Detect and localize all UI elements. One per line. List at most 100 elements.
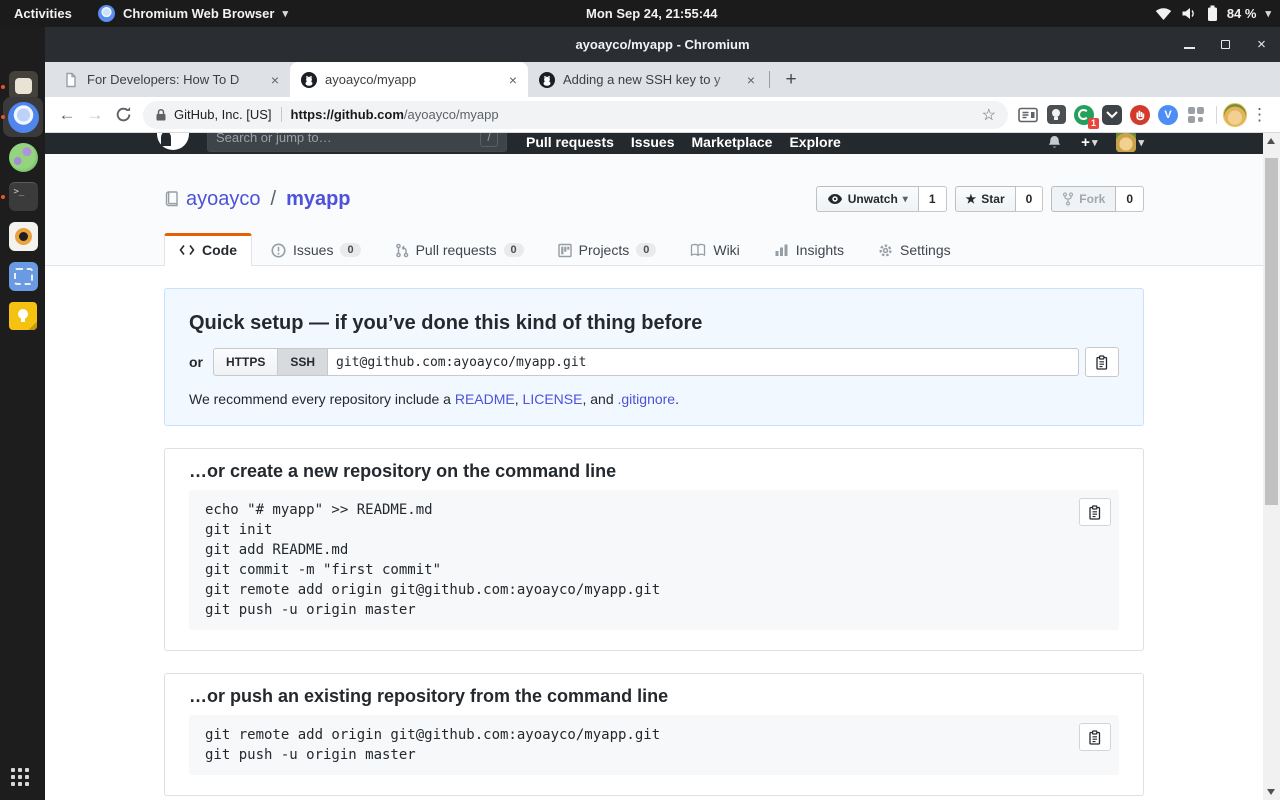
tab-wiki[interactable]: Wiki xyxy=(675,233,754,266)
dock-item-chromium[interactable] xyxy=(6,100,40,134)
browser-menu-icon[interactable]: ⋮ xyxy=(1251,105,1268,125)
remote-url-input[interactable] xyxy=(328,348,1079,376)
readme-link[interactable]: README xyxy=(455,391,515,407)
copy-url-button[interactable] xyxy=(1085,347,1119,377)
dock-item-terminal[interactable]: >_ xyxy=(6,179,40,213)
app-menu-label: Chromium Web Browser xyxy=(123,6,274,21)
graph-icon xyxy=(774,243,789,257)
gitignore-link[interactable]: .gitignore xyxy=(618,391,676,407)
adblock-hand-extension-icon[interactable] xyxy=(1129,104,1151,126)
license-link[interactable]: LICENSE xyxy=(523,391,583,407)
wifi-icon xyxy=(1155,7,1172,21)
copy-code-button[interactable] xyxy=(1079,498,1111,526)
https-button[interactable]: HTTPS xyxy=(213,348,277,376)
extension-badge: 1 xyxy=(1088,118,1099,129)
tab-close-icon[interactable]: × xyxy=(504,71,522,89)
minimize-button[interactable] xyxy=(1183,38,1196,51)
bookmark-star-icon[interactable]: ☆ xyxy=(982,105,996,125)
stars-count[interactable]: 0 xyxy=(1016,186,1044,212)
reload-button[interactable] xyxy=(109,101,137,129)
recommend-note: We recommend every repository include a … xyxy=(189,391,1119,407)
vimium-extension-icon[interactable]: V xyxy=(1157,104,1179,126)
browser-toolbar: ← → GitHub, Inc. [US] https://github.com… xyxy=(45,97,1280,133)
green-extension-icon[interactable]: 1 xyxy=(1073,104,1095,126)
scroll-down-arrow[interactable] xyxy=(1267,789,1275,795)
code-line: echo "# myapp" >> README.md xyxy=(205,500,1103,520)
tab-for-developers[interactable]: For Developers: How To D × xyxy=(52,62,290,97)
system-status-menu[interactable]: 84 % ▾ xyxy=(1155,0,1271,27)
tab-code[interactable]: Code xyxy=(164,233,252,266)
copy-code-button[interactable] xyxy=(1079,723,1111,751)
address-bar[interactable]: GitHub, Inc. [US] https://github.com /ay… xyxy=(143,101,1008,129)
show-applications-button[interactable] xyxy=(11,768,33,790)
nav-marketplace[interactable]: Marketplace xyxy=(692,133,773,152)
fork-icon xyxy=(1062,192,1074,206)
wiki-icon xyxy=(690,243,706,257)
lightbulb-extension-icon[interactable] xyxy=(1045,104,1067,126)
prs-count-badge: 0 xyxy=(504,243,524,257)
system-top-bar: Activities Chromium Web Browser ▾ Mon Se… xyxy=(0,0,1280,27)
scroll-up-arrow[interactable] xyxy=(1267,138,1275,144)
forward-button[interactable]: → xyxy=(81,101,109,129)
tab-pull-requests[interactable]: Pull requests 0 xyxy=(380,233,539,266)
eye-icon xyxy=(827,192,843,206)
tab-close-icon[interactable]: × xyxy=(742,71,760,89)
tab-close-icon[interactable]: × xyxy=(266,71,284,89)
screenshot-icon xyxy=(9,262,38,291)
repo-book-icon xyxy=(164,191,178,207)
dock-item-web-browser[interactable] xyxy=(6,140,40,174)
scrollbar[interactable] xyxy=(1263,133,1280,800)
user-menu[interactable]: ▾ xyxy=(1116,133,1144,152)
window-titlebar: ayoayco/myapp - Chromium × xyxy=(45,27,1280,62)
tab-settings[interactable]: Settings xyxy=(863,233,966,266)
new-tab-button[interactable]: + xyxy=(778,67,804,93)
ssh-button[interactable]: SSH xyxy=(277,348,328,376)
battery-icon xyxy=(1207,5,1218,22)
fork-button[interactable]: Fork xyxy=(1051,186,1116,212)
watchers-count[interactable]: 1 xyxy=(919,186,947,212)
repo-name-link[interactable]: myapp xyxy=(286,188,350,211)
bell-icon[interactable] xyxy=(1047,134,1062,151)
tab-ayoayco-myapp[interactable]: ayoayco/myapp × xyxy=(290,62,528,97)
scrollbar-thumb[interactable] xyxy=(1265,158,1278,505)
tab-insights[interactable]: Insights xyxy=(759,233,859,266)
gear-icon xyxy=(878,243,893,258)
url-divider xyxy=(281,107,282,122)
nav-issues[interactable]: Issues xyxy=(631,133,675,152)
maximize-button[interactable] xyxy=(1219,38,1232,51)
dock-item-screenshot[interactable] xyxy=(6,259,40,293)
browser-profile-avatar[interactable] xyxy=(1223,103,1247,127)
lock-icon[interactable] xyxy=(155,108,167,122)
gray-extension-icon[interactable] xyxy=(1185,104,1207,126)
nav-pull-requests[interactable]: Pull requests xyxy=(526,133,614,152)
tab-issues[interactable]: Issues 0 xyxy=(256,233,376,266)
caret-down-icon: ▾ xyxy=(282,7,288,20)
forks-count[interactable]: 0 xyxy=(1116,186,1144,212)
code-line: git init xyxy=(205,520,1103,540)
tab-label: Adding a new SSH key to y xyxy=(563,72,721,87)
reading-list-extension-icon[interactable] xyxy=(1017,104,1039,126)
battery-percent: 84 % xyxy=(1227,6,1257,21)
create-new-button[interactable]: +▾ xyxy=(1081,134,1097,151)
star-button[interactable]: ★ Star xyxy=(955,186,1016,212)
close-button[interactable]: × xyxy=(1255,38,1268,51)
back-button[interactable]: ← xyxy=(53,101,81,129)
repo-owner-link[interactable]: ayoayco xyxy=(186,188,261,211)
files-icon xyxy=(9,71,38,100)
chromium-icon xyxy=(98,5,115,22)
tab-adding-ssh-key[interactable]: Adding a new SSH key to y × xyxy=(528,62,766,97)
pocket-extension-icon[interactable] xyxy=(1101,104,1123,126)
app-menu-button[interactable]: Chromium Web Browser ▾ xyxy=(98,0,288,27)
activities-button[interactable]: Activities xyxy=(14,0,72,27)
github-search[interactable]: / xyxy=(207,133,507,152)
nav-explore[interactable]: Explore xyxy=(789,133,840,152)
clock[interactable]: Mon Sep 24, 21:55:44 xyxy=(586,0,718,27)
notes-icon xyxy=(9,302,37,330)
dock-item-media-player[interactable] xyxy=(6,219,40,253)
github-search-input[interactable] xyxy=(216,133,480,145)
github-logo-icon[interactable] xyxy=(157,133,189,150)
unwatch-button[interactable]: Unwatch ▾ xyxy=(816,186,919,212)
tab-projects[interactable]: Projects 0 xyxy=(543,233,672,266)
push-existing-repo-card: …or push an existing repository from the… xyxy=(164,673,1144,796)
dock-item-notes[interactable] xyxy=(6,299,40,333)
